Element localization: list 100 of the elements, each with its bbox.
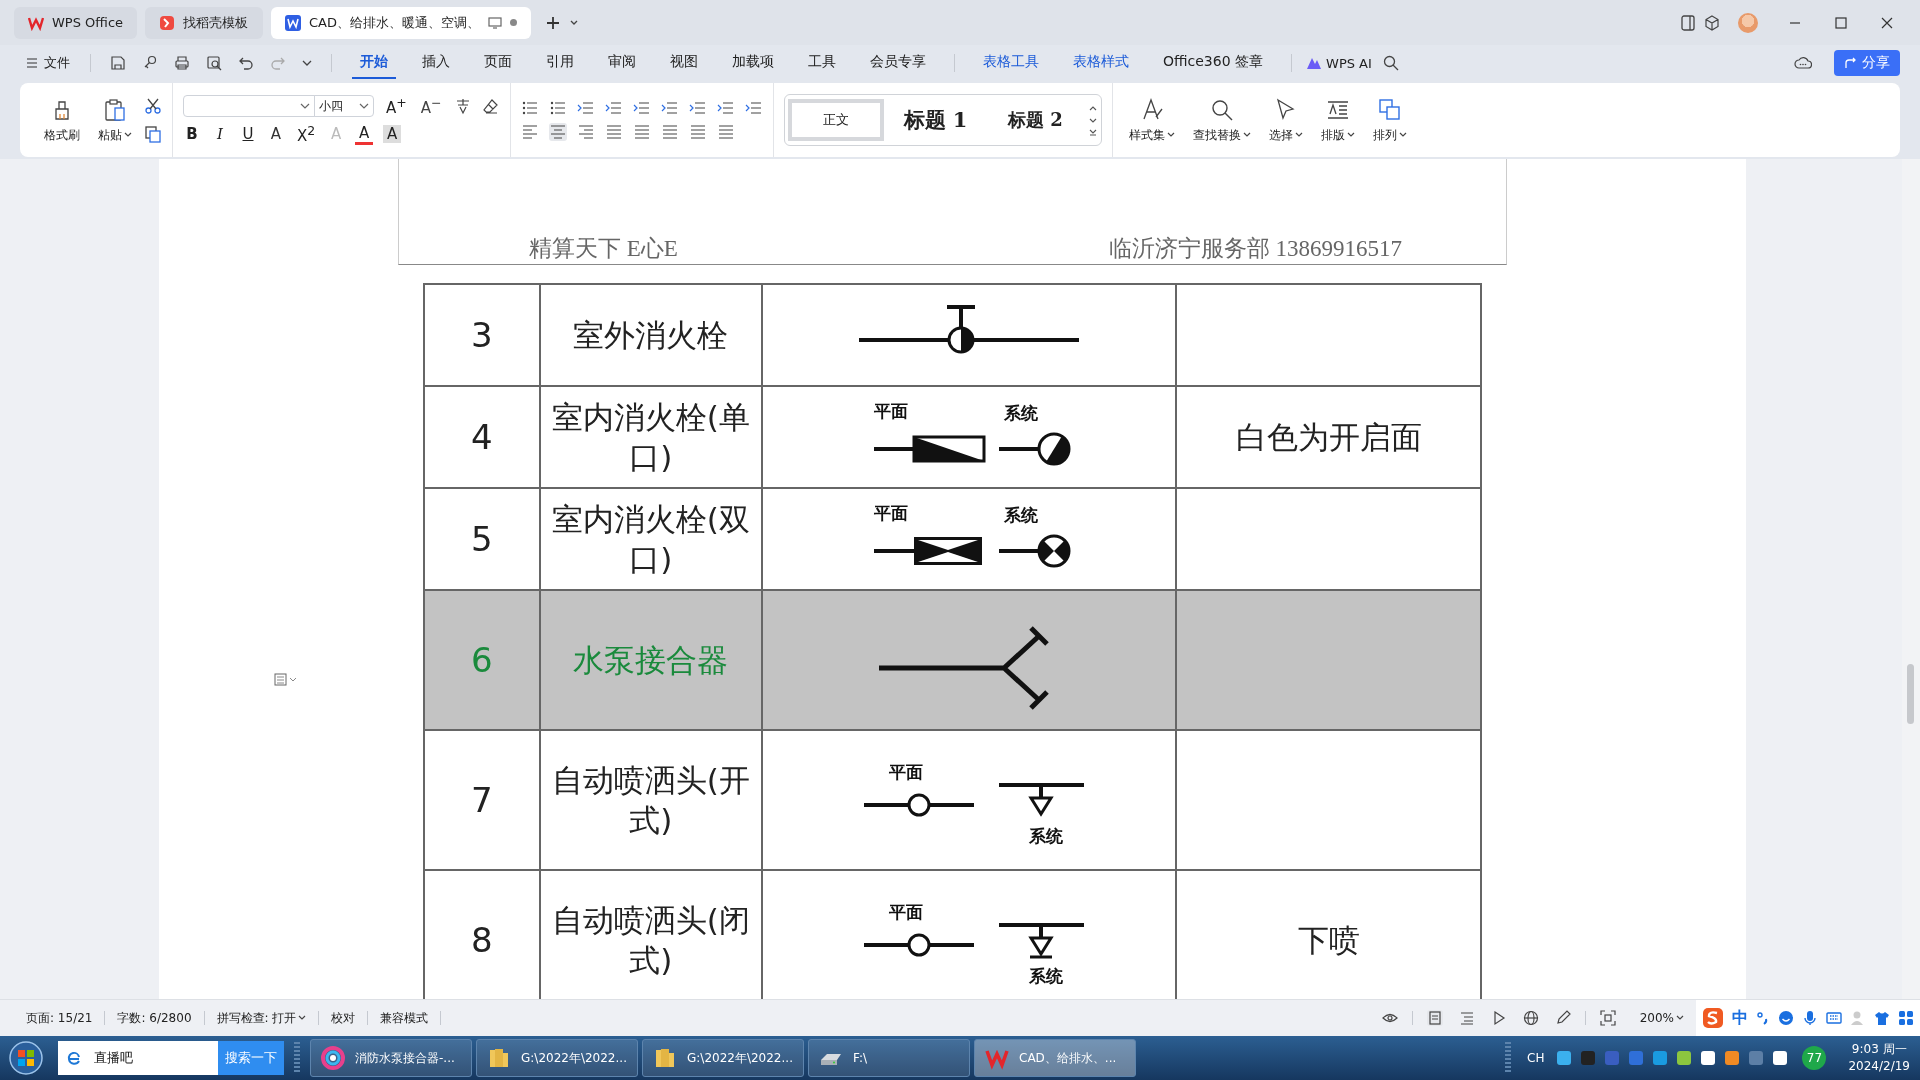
share-button[interactable]: 分享 — [1834, 50, 1900, 76]
super-button[interactable]: X$^{2}$ — [295, 123, 318, 145]
align-icon[interactable] — [604, 123, 623, 141]
ribbon-tab[interactable]: 会员专享 — [862, 47, 934, 79]
find-button[interactable]: 查找替换 — [1186, 92, 1257, 148]
ribbon-tab[interactable]: Office360 签章 — [1155, 47, 1272, 79]
ribbon-tab[interactable]: 页面 — [476, 47, 520, 79]
caret-icon — [300, 101, 310, 111]
eraser-icon[interactable] — [481, 97, 500, 115]
grid-icon[interactable] — [1898, 1010, 1914, 1026]
clock[interactable]: 9:03 周一 2024/2/19 — [1838, 1041, 1920, 1075]
scissors-icon[interactable] — [144, 97, 162, 115]
tray-icon[interactable] — [1701, 1051, 1716, 1065]
align-icon[interactable] — [520, 123, 539, 141]
align-icon[interactable] — [576, 123, 595, 141]
paragraph-tool-icon[interactable] — [520, 99, 539, 117]
bold-button[interactable]: B — [183, 125, 201, 143]
taskbar-button[interactable]: 消防水泵接合器-... — [310, 1039, 472, 1077]
search-field[interactable]: 直播吧 — [58, 1041, 218, 1075]
print-icon[interactable] — [174, 55, 190, 71]
globe-icon[interactable] — [1522, 1010, 1539, 1026]
shirt-icon[interactable] — [1874, 1010, 1890, 1026]
underline-button[interactable]: U — [239, 125, 257, 143]
print-preview-icon[interactable] — [206, 55, 222, 71]
style-preset[interactable]: 标题 1 — [887, 99, 984, 141]
paragraph-tool-icon[interactable] — [548, 99, 567, 117]
cube-icon[interactable] — [1704, 14, 1720, 31]
ribbon-tab[interactable]: 插入 — [414, 47, 458, 79]
new-tab-icon[interactable] — [545, 14, 561, 31]
styles-button[interactable]: 样式集 — [1122, 92, 1181, 148]
shade-button[interactable]: A — [383, 125, 402, 143]
shrink-font-button[interactable]: A$^{−}$ — [418, 95, 444, 117]
search-icon[interactable] — [1382, 55, 1399, 71]
tray-icon[interactable] — [1773, 1051, 1788, 1065]
punctuation-icon[interactable] — [1756, 1011, 1770, 1025]
ribbon-tab[interactable]: 表格工具 — [975, 47, 1047, 79]
align-icon[interactable] — [632, 123, 651, 141]
select-button[interactable]: 选择 — [1262, 92, 1309, 148]
microphone-icon[interactable] — [1802, 1010, 1818, 1026]
tablet-icon[interactable] — [1680, 14, 1696, 31]
ribbon-tab[interactable]: 审阅 — [600, 47, 644, 79]
table-handle-icon[interactable] — [274, 673, 298, 687]
ribbon-tab[interactable]: 开始 — [352, 47, 396, 79]
cloud-icon[interactable] — [1794, 54, 1812, 72]
strike-button[interactable]: A — [267, 125, 285, 143]
link-icon[interactable] — [142, 55, 158, 71]
spell-check-menu[interactable]: 拼写检查: 打开 — [210, 1009, 313, 1027]
font-name-field[interactable] — [183, 95, 315, 117]
taskbar-button[interactable]: G:\2022年\2022... — [476, 1039, 638, 1077]
paste-button[interactable]: 粘贴 — [92, 92, 138, 148]
style-preset[interactable]: 正文 — [787, 99, 884, 141]
document-tab[interactable]: WPS Office — [14, 6, 138, 39]
emoji-icon[interactable] — [1778, 1010, 1794, 1026]
align-icon[interactable] — [660, 123, 679, 141]
number-cell: 5 — [470, 519, 493, 559]
ime-logo-icon[interactable] — [1702, 1007, 1724, 1029]
save-icon[interactable] — [110, 55, 126, 71]
pen-icon[interactable] — [1554, 1010, 1571, 1026]
close-icon[interactable] — [1880, 15, 1894, 30]
grow-font-button[interactable]: A$^{+}$ — [384, 95, 409, 117]
file-menu[interactable]: 文件 — [20, 50, 76, 76]
copy-icon[interactable] — [144, 125, 162, 143]
ribbon-tab[interactable]: 工具 — [800, 47, 844, 79]
style-preset[interactable]: 标题 2 — [987, 99, 1084, 141]
page-view-icon[interactable] — [1426, 1010, 1443, 1026]
align-icon[interactable] — [716, 123, 735, 141]
ribbon-tab[interactable]: 视图 — [662, 47, 706, 79]
start-button-icon[interactable] — [8, 1040, 44, 1076]
arrange-button[interactable]: 排列 — [1366, 92, 1413, 148]
format-painter-button[interactable]: 格式刷 — [38, 92, 86, 148]
wps-ai-button[interactable]: WPS AI — [1306, 55, 1372, 71]
tray-icon[interactable] — [1677, 1051, 1692, 1065]
menu-icon — [26, 57, 38, 69]
taskbar-button[interactable]: G:\2022年\2022... — [642, 1039, 804, 1077]
monitor-icon[interactable] — [488, 15, 502, 30]
document-tab[interactable]: 找稻壳模板 — [145, 6, 264, 39]
align-icon[interactable] — [688, 123, 707, 141]
layout-button[interactable]: 排版 — [1314, 92, 1361, 148]
zoom-dropdown[interactable]: 200% — [1639, 1011, 1684, 1025]
align-icon[interactable] — [548, 123, 567, 141]
language-indicator[interactable]: CH — [1527, 1051, 1545, 1065]
italic-button[interactable]: I — [211, 125, 229, 143]
tray-icon[interactable] — [1557, 1051, 1572, 1065]
document-tab[interactable]: CAD、给排水、暖通、空调、 — [271, 6, 531, 39]
font-size-field[interactable]: 小四 — [314, 95, 374, 117]
ime-mode[interactable]: 中 — [1732, 1007, 1748, 1029]
maximize-icon[interactable] — [1834, 15, 1848, 30]
outline-view-icon[interactable] — [1458, 1010, 1475, 1026]
ribbon-tab[interactable]: 引用 — [538, 47, 582, 79]
tray-icon[interactable] — [1725, 1051, 1740, 1065]
color-button[interactable]: A — [355, 123, 374, 145]
taskbar-button[interactable]: F:\ — [808, 1039, 970, 1077]
vertical-scrollbar[interactable] — [1902, 159, 1920, 999]
keyboard-icon[interactable] — [1826, 1010, 1842, 1026]
fit-page-icon[interactable] — [1599, 1010, 1616, 1026]
ribbon-tab[interactable]: 加载项 — [724, 47, 782, 79]
caret-icon[interactable] — [302, 58, 312, 68]
taskbar-button[interactable]: CAD、给排水、... — [974, 1039, 1136, 1077]
ribbon-tab[interactable]: 表格样式 — [1065, 47, 1137, 79]
undo-icon[interactable] — [238, 55, 254, 71]
